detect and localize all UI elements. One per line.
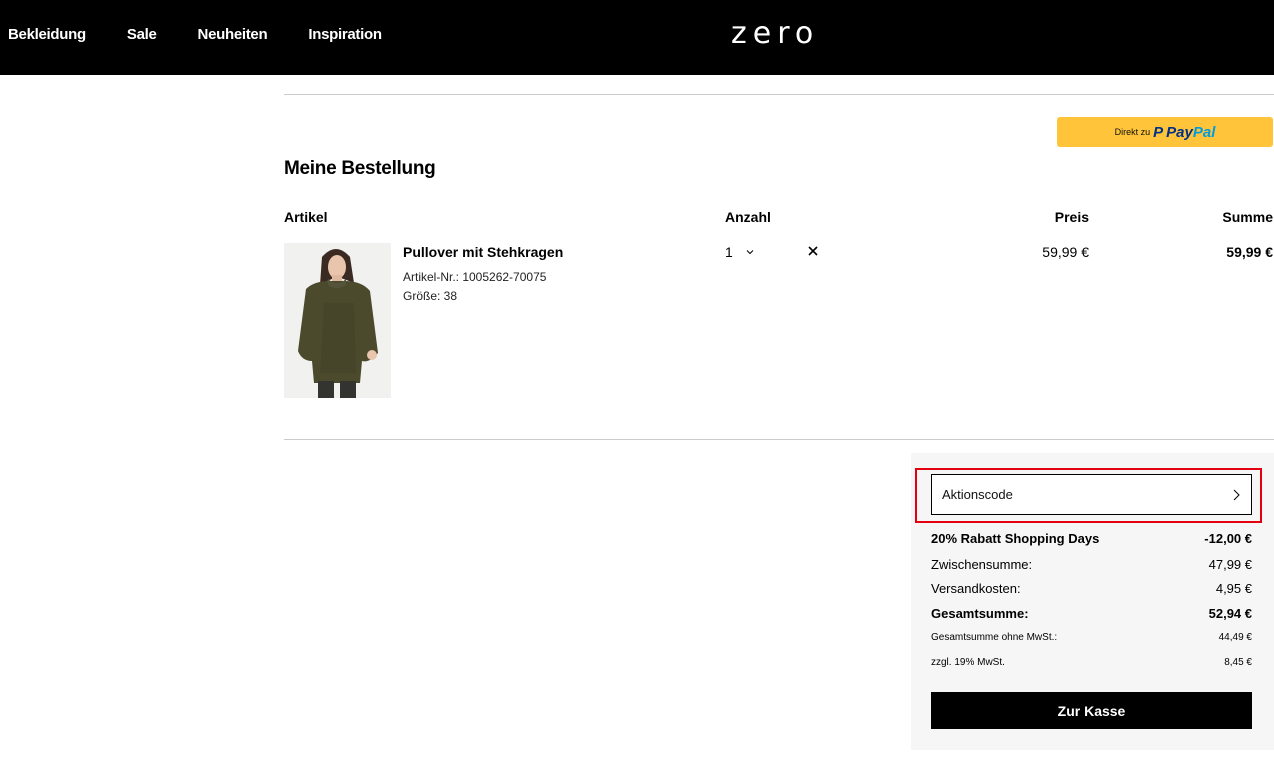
discount-label: 20% Rabatt Shopping Days [931, 531, 1100, 546]
promo-code-label: Aktionscode [942, 487, 1013, 502]
net-total-label: Gesamtsumme ohne MwSt.: [931, 632, 1058, 643]
shipping-value: 4,95 € [1215, 581, 1252, 596]
chevron-down-icon [746, 250, 754, 255]
checkout-button[interactable]: Zur Kasse [931, 692, 1252, 729]
subtotal-value: 47,99 € [1208, 557, 1252, 572]
paypal-express-button[interactable]: Direkt zu P Pay Pal [1057, 117, 1273, 147]
nav-item-bekleidung[interactable]: Bekleidung [8, 26, 86, 43]
vat-label: zzgl. 19% MwSt. [931, 657, 1005, 668]
divider [284, 439, 1274, 440]
vat-row: zzgl. 19% MwSt. 8,45 € [931, 657, 1252, 668]
total-row: Gesamtsumme: 52,94 € [931, 606, 1252, 621]
page-title: Meine Bestellung [284, 158, 436, 179]
net-total-value: 44,49 € [1218, 632, 1252, 643]
shipping-row: Versandkosten: 4,95 € [931, 581, 1252, 596]
top-navigation-bar: Bekleidung Sale Neuheiten Inspiration ze… [0, 0, 1274, 75]
column-header-artikel: Artikel [284, 209, 328, 225]
subtotal-row: Zwischensumme: 47,99 € [931, 557, 1252, 572]
remove-item-icon[interactable] [806, 244, 820, 258]
main-nav: Bekleidung Sale Neuheiten Inspiration [8, 26, 382, 43]
discount-value: -12,00 € [1204, 531, 1252, 546]
shipping-label: Versandkosten: [931, 581, 1021, 596]
paypal-brand-pay: Pay [1166, 123, 1193, 141]
vat-value: 8,45 € [1224, 657, 1252, 668]
nav-item-inspiration[interactable]: Inspiration [308, 26, 382, 43]
item-price: 59,99 € [1042, 244, 1089, 260]
paypal-brand-pal: Pal [1192, 123, 1216, 141]
product-photo-illustration [284, 243, 391, 398]
product-size: Größe: 38 [403, 289, 458, 303]
paypal-prefix: Direkt zu [1114, 127, 1151, 137]
promo-code-field[interactable]: Aktionscode [931, 474, 1252, 515]
item-sum: 59,99 € [1226, 244, 1273, 260]
nav-item-neuheiten[interactable]: Neuheiten [198, 26, 268, 43]
total-label: Gesamtsumme: [931, 606, 1029, 621]
net-total-row: Gesamtsumme ohne MwSt.: 44,49 € [931, 632, 1252, 643]
total-value: 52,94 € [1208, 606, 1252, 621]
column-header-anzahl: Anzahl [725, 209, 771, 225]
sweater-product-image[interactable] [284, 243, 391, 398]
column-header-preis: Preis [1054, 209, 1089, 225]
article-number: Artikel-Nr.: 1005262-70075 [403, 270, 547, 284]
logo[interactable]: zero [731, 16, 819, 51]
chevron-right-icon [1233, 489, 1240, 500]
paypal-icon: P [1153, 123, 1164, 141]
quantity-select[interactable]: 1 [725, 244, 755, 260]
quantity-value: 1 [725, 244, 733, 260]
column-header-summe: Summe [1222, 209, 1273, 225]
subtotal-label: Zwischensumme: [931, 557, 1033, 572]
discount-row: 20% Rabatt Shopping Days -12,00 € [931, 531, 1252, 546]
product-name[interactable]: Pullover mit Stehkragen [403, 244, 563, 260]
divider [284, 94, 1274, 95]
nav-item-sale[interactable]: Sale [127, 26, 157, 43]
